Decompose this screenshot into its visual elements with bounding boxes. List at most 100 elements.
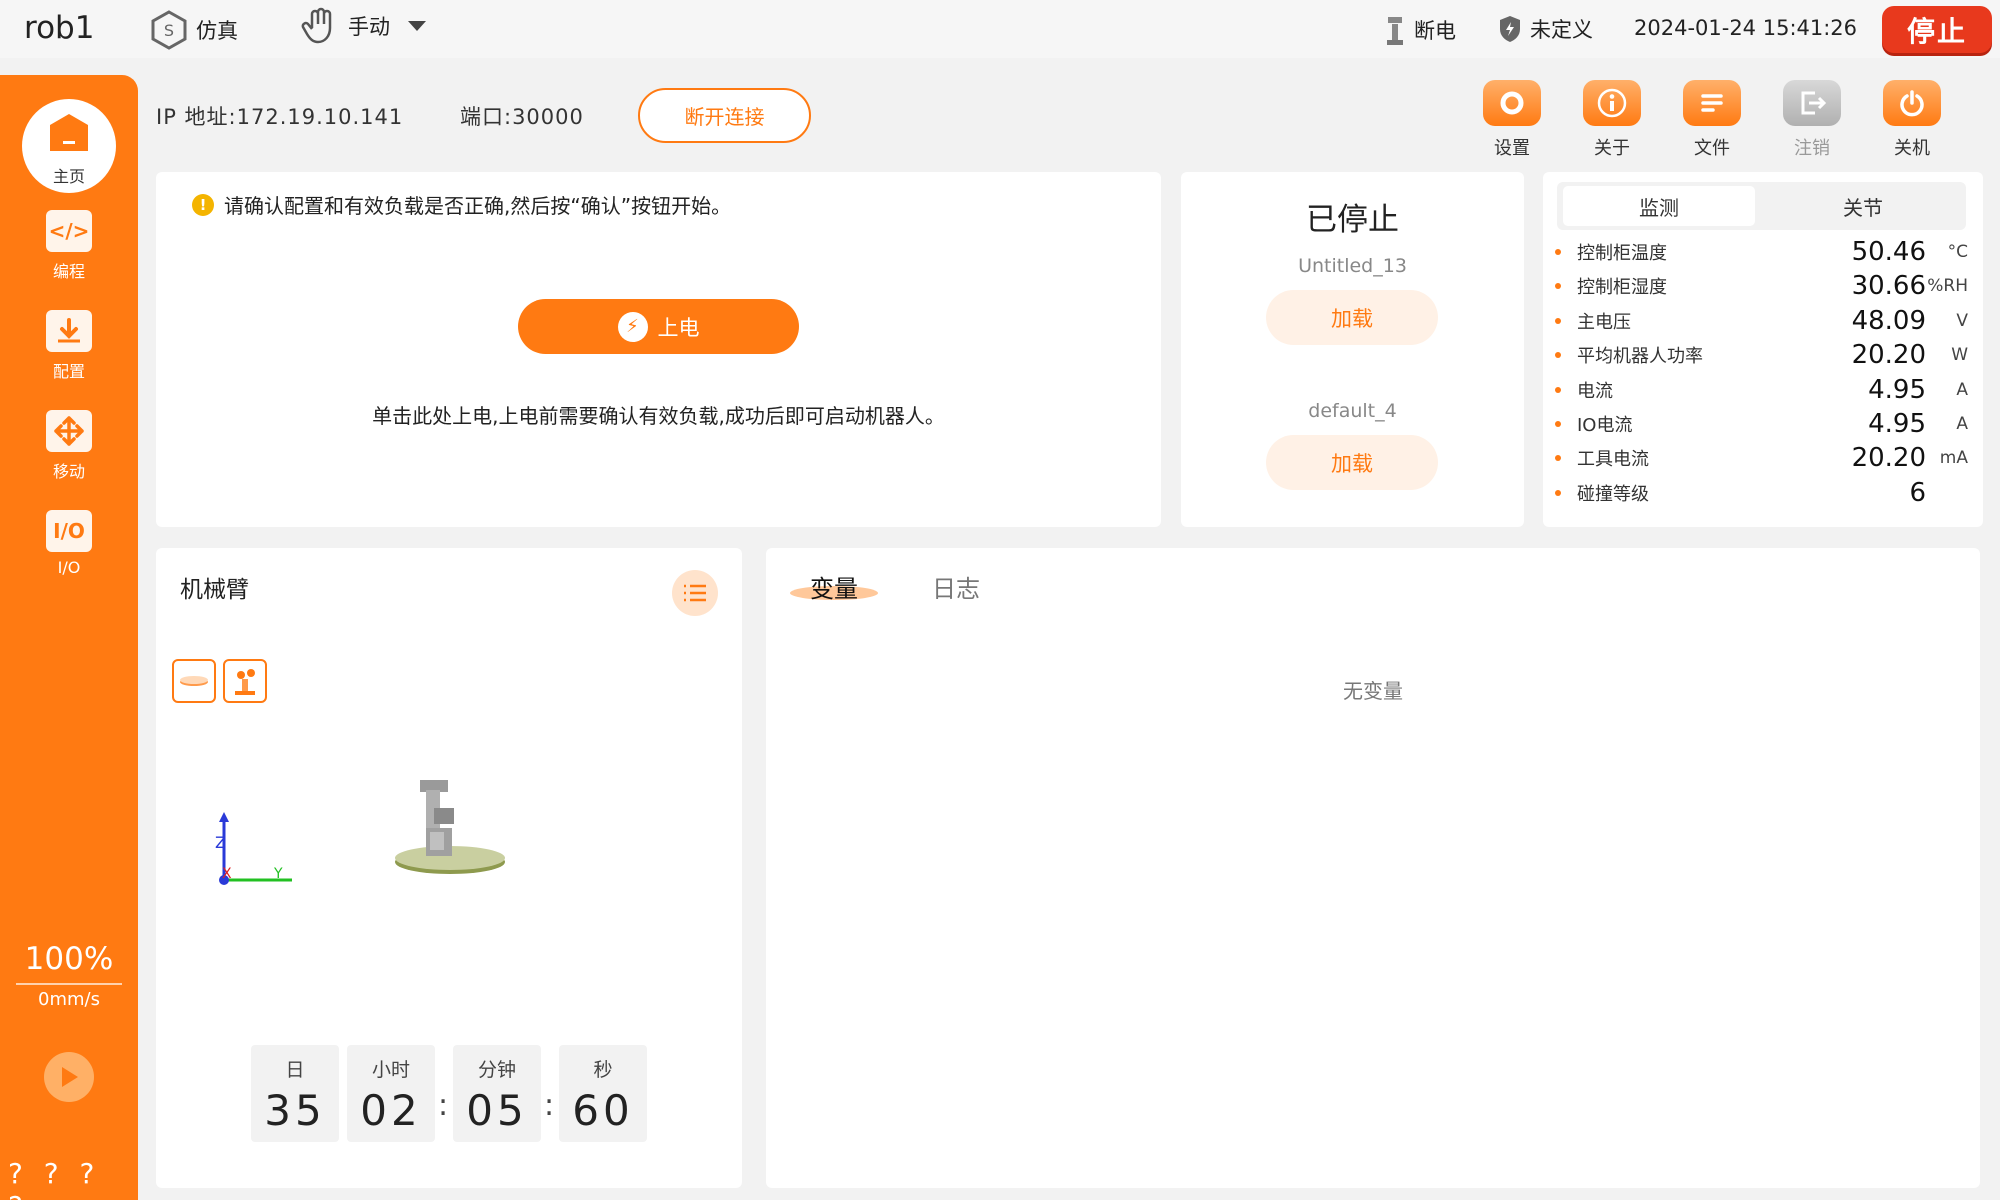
io-icon: I/O [46,510,92,552]
y-axis-label: Y [273,866,283,882]
control-mode-label: 手动 [348,15,390,39]
monitor-label: IO电流 [1577,415,1633,436]
power-icon [1883,80,1941,126]
about-label: 关于 [1594,138,1630,159]
play-icon [62,1067,78,1087]
power-status: 断电 [1384,14,1456,46]
variables-card [766,548,1980,1188]
about-button[interactable]: 关于 [1572,80,1652,160]
hand-icon [301,7,332,44]
timer-box: 秒 60 [559,1045,647,1142]
sidebar-item-move[interactable]: 移动 [0,410,138,482]
sidebar-item-label: 移动 [52,462,85,481]
timer-value: 35 [264,1086,326,1135]
timer-label: 分钟 [477,1059,516,1081]
lightning-icon: ⚡ [617,311,648,342]
monitor-row: 平均机器人功率 20.20 W [1555,338,1968,372]
sidebar-item-io[interactable]: I/O I/O [0,510,138,577]
robot-view-button[interactable] [223,659,267,703]
sidebar-item-label: I/O [57,558,81,577]
settings-button[interactable]: 设置 [1472,80,1552,160]
program-name: Untitled_13 [1298,255,1407,277]
tab-variables[interactable]: 变量 [810,569,858,604]
monitor-unit: A [1956,379,1968,400]
timer-label: 秒 [593,1059,613,1081]
monitor-unit: %RH [1927,276,1968,297]
notice: ! 请确认配置和有效负载是否正确,然后按“确认”按钮开始。 [192,190,731,219]
safety-status: 未定义 [1498,14,1593,44]
control-mode-dropdown[interactable]: 手动 [300,6,428,46]
mode-indicator[interactable]: S 仿真 [150,10,238,50]
monitor-label: 碰撞等级 [1577,483,1649,505]
timer-box: 分钟 05 [453,1045,541,1142]
monitor-value: 50.46 [1851,237,1926,267]
logout-label: 注销 [1794,138,1830,159]
tab-log[interactable]: 日志 [932,569,980,604]
monitor-label: 平均机器人功率 [1577,346,1703,368]
load-program-button[interactable]: 加载 [1266,290,1438,345]
bullet-icon [1555,283,1561,290]
logout-icon [1783,80,1841,126]
monitor-row: 主电压 48.09 V [1555,304,1968,338]
power-status-label: 断电 [1414,19,1456,43]
sidebar-item-label: 主页 [52,167,85,186]
load-payload-button[interactable]: 加载 [1266,435,1438,490]
play-button[interactable] [44,1052,94,1102]
power-on-label: 上电 [657,315,700,340]
monitor-row: 控制柜湿度 30.66 %RH [1555,269,1968,303]
warning-icon: ! [192,193,214,216]
mode-label: 仿真 [196,19,238,43]
monitor-value: 48.09 [1851,305,1926,336]
monitor-value: 4.95 [1868,409,1926,439]
base-view-button[interactable] [172,659,216,703]
timer-separator: : [438,1088,449,1123]
shutdown-label: 关机 [1894,138,1930,159]
stop-button[interactable]: 停止 [1882,6,1992,53]
speed-value: 0mm/s [38,989,100,1010]
monitor-value: 4.95 [1868,374,1926,405]
bullet-icon [1555,386,1561,393]
timer-value: 05 [466,1086,528,1135]
bullet-icon [1555,352,1561,359]
bullet-icon [1555,317,1561,324]
coordinate-axes: Z X Y [215,812,292,885]
sidebar-item-programming[interactable]: </> 编程 [0,210,138,282]
monitor-unit: V [1956,310,1968,331]
monitor-unit: °C [1947,242,1968,262]
monitor-row: 电流 4.95 A [1555,373,1968,407]
payload-name: default_4 [1308,400,1397,422]
monitor-row: IO电流 4.95 A [1555,407,1968,441]
top-bar: rob1 S 仿真 手动 断电 未定义 2024-01-24 15:41:26 [0,0,2000,58]
monitor-label: 控制柜温度 [1577,243,1667,264]
monitor-label: 工具电流 [1577,449,1649,471]
sidebar-footer: ? ? ? ? [8,1157,101,1200]
robot-icon [235,669,255,695]
sidebar-item-label: 配置 [52,362,85,381]
timer-value: 60 [572,1086,634,1135]
shutdown-button[interactable]: 关机 [1872,80,1952,160]
power-on-button[interactable]: ⚡ 上电 [518,299,799,354]
move-arrows-icon [46,410,92,452]
speed-percent[interactable]: 100% [0,941,138,977]
bullet-icon [1555,421,1561,427]
settings-label: 设置 [1494,138,1530,159]
logout-button[interactable]: 注销 [1772,80,1852,160]
datetime: 2024-01-24 15:41:26 [1634,16,1858,40]
tab-joints[interactable]: 关节 [1767,186,1959,226]
x-axis-label: X [222,866,232,882]
code-icon: </> [46,210,92,252]
sidebar-item-config[interactable]: 配置 [0,310,138,382]
timer-box: 日 35 [251,1045,339,1142]
monitor-tabs: 监测 关节 [1557,182,1966,230]
monitor-value: 20.20 [1851,340,1926,371]
program-status: 已停止 [1306,202,1399,238]
tab-monitor[interactable]: 监测 [1563,186,1755,226]
bullet-icon [1555,489,1561,496]
file-button[interactable]: 文件 [1672,80,1752,160]
disconnect-button[interactable]: 断开连接 [638,88,811,143]
sidebar-item-home[interactable]: 主页 [22,99,116,193]
divider [16,983,122,985]
list-button[interactable] [672,570,718,616]
monitor-unit: A [1956,414,1968,434]
monitor-row: 碰撞等级 6 [1555,476,1968,510]
